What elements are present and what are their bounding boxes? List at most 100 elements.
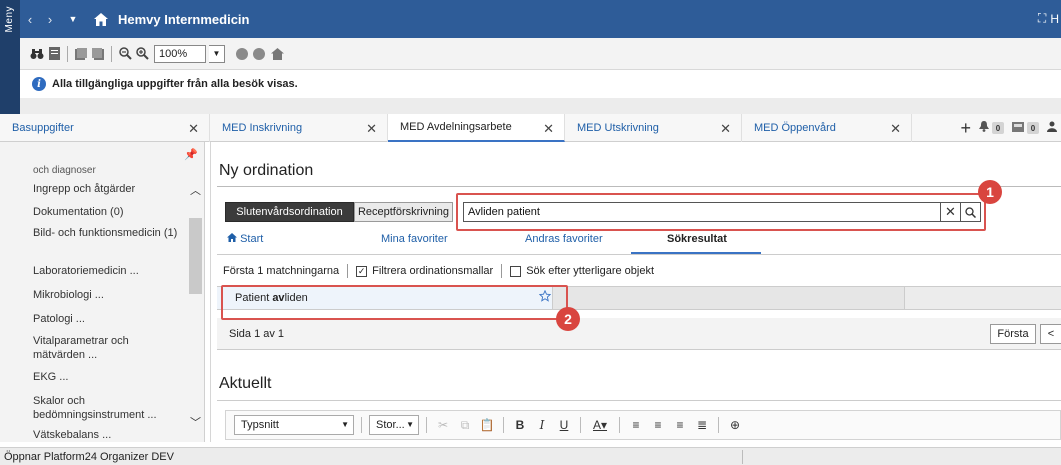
underline-icon[interactable]: U <box>555 416 573 434</box>
sidebar-item-mikrobiologi[interactable]: Mikrobiologi ... <box>33 288 183 302</box>
expand-icon[interactable]: ⛶ <box>1038 11 1046 26</box>
sidebar-item-skalor[interactable]: Skalor och bedömningsinstrument ... <box>33 394 189 422</box>
notification-count-badge: 0 <box>992 122 1004 134</box>
chevron-down-icon: ▼ <box>406 420 414 429</box>
sidebar-item-patologi[interactable]: Patologi ... <box>33 312 183 326</box>
forward-arrow-icon[interactable]: › <box>40 12 60 27</box>
house-icon[interactable] <box>270 47 284 61</box>
align-right-icon[interactable]: ≡ <box>671 416 689 434</box>
paste-icon[interactable]: 📋 <box>478 416 496 434</box>
chevron-down-icon: ▼ <box>341 420 349 429</box>
tab-label: MED Utskrivning <box>577 121 659 134</box>
callout-number-1: 1 <box>978 180 1002 204</box>
editor-toolbar: Typsnitt ▼ Stor... ▼ ✂ ⧉ 📋 B I U A▾ ≡ ≡ ≡ … <box>225 410 1061 440</box>
tab-med-avdelningsarbete[interactable]: MED Avdelningsarbete ✕ <box>388 113 565 142</box>
filter-templates-label: Filtrera ordinationsmallar <box>372 265 494 277</box>
titlebar-right-text: H <box>1050 11 1059 26</box>
circle-icon[interactable] <box>236 47 248 60</box>
status-bar: Öppnar Platform24 Organizer DEV <box>0 447 1061 465</box>
justify-icon[interactable]: ≣ <box>693 416 711 434</box>
chevron-down-icon[interactable]: ▼ <box>64 14 82 24</box>
sidebar-item-dokumentation[interactable]: Dokumentation (0) <box>33 205 183 219</box>
font-color-icon[interactable]: A▾ <box>588 416 612 434</box>
tab-med-oppenvard[interactable]: MED Öppenvård ✕ <box>742 113 912 142</box>
tab-med-utskrivning[interactable]: MED Utskrivning ✕ <box>565 113 742 142</box>
binoculars-icon[interactable] <box>30 47 44 61</box>
copy-icon[interactable]: ⧉ <box>456 416 474 434</box>
close-icon[interactable]: ✕ <box>890 121 901 137</box>
tab-basuppgifter[interactable]: Basuppgifter ✕ <box>0 113 210 142</box>
receptforskrivning-button[interactable]: Receptförskrivning <box>354 202 453 222</box>
sidebar-item-diagnoser[interactable]: och diagnoser <box>33 164 183 178</box>
search-more-checkbox[interactable] <box>510 265 522 277</box>
slutenvardsordination-button[interactable]: Slutenvårdsordination <box>225 202 354 222</box>
circle-icon[interactable] <box>253 47 265 60</box>
callout-number-2: 2 <box>556 307 580 331</box>
pin-icon[interactable]: 📌 <box>184 148 198 161</box>
info-banner: i Alla tillgängliga uppgifter från alla … <box>20 70 1061 98</box>
back-arrow-icon[interactable]: ‹ <box>20 12 40 27</box>
search-more-label: Sök efter ytterligare objekt <box>526 265 655 277</box>
subtab-mina-favoriter[interactable]: Mina favoriter <box>381 233 448 245</box>
italic-icon[interactable]: I <box>533 416 551 434</box>
sidebar-item-vatskebalans[interactable]: Vätskebalans ... <box>33 428 183 442</box>
sidebar-item-ekg[interactable]: EKG ... <box>33 370 183 384</box>
inbox-icon[interactable] <box>1012 121 1024 135</box>
sidebar-item-ingrepp[interactable]: Ingrepp och åtgärder <box>33 182 183 196</box>
bell-icon[interactable] <box>979 121 989 135</box>
subtab-andras-favoriter[interactable]: Andras favoriter <box>525 233 603 245</box>
match-count: Första 1 matchningarna <box>223 265 340 277</box>
info-icon: i <box>32 77 46 91</box>
tab-label: MED Inskrivning <box>222 121 303 134</box>
sidebar: 📌 och diagnoser Ingrepp och åtgärder Dok… <box>0 142 205 442</box>
sidebar-item-laboratoriemedicin[interactable]: Laboratoriemedicin ... <box>33 264 183 278</box>
user-icon[interactable] <box>1047 121 1057 135</box>
pager: Sida 1 av 1 Första < <box>217 318 1061 350</box>
info-text: Alla tillgängliga uppgifter från alla be… <box>52 78 298 90</box>
close-icon[interactable]: ✕ <box>366 121 377 137</box>
add-tab-icon[interactable]: + <box>960 118 971 139</box>
zoom-dropdown-icon[interactable]: ▼ <box>209 44 225 63</box>
sidebar-item-vitalparametrar[interactable]: Vitalparametrar och mätvärden ... <box>33 334 173 362</box>
chevron-down-icon[interactable]: ﹀ <box>190 414 201 430</box>
zoom-select[interactable]: 100% <box>154 44 206 63</box>
page-back-icon[interactable] <box>74 47 88 61</box>
font-select[interactable]: Typsnitt ▼ <box>234 415 354 435</box>
tab-label: MED Öppenvård <box>754 121 836 134</box>
previous-page-button[interactable]: < <box>1040 324 1061 344</box>
tab-label: MED Avdelningsarbete <box>400 120 512 133</box>
subtab-sokresultat[interactable]: Sökresultat <box>667 233 727 245</box>
filter-templates-checkbox[interactable]: ✓ <box>356 265 368 277</box>
align-center-icon[interactable]: ≡ <box>649 416 667 434</box>
special-format-icon[interactable]: ⊕ <box>726 416 744 434</box>
first-page-button[interactable]: Första <box>990 324 1036 344</box>
sidebar-scrollbar[interactable] <box>189 218 202 294</box>
close-icon[interactable]: ✕ <box>543 121 554 137</box>
page-forward-icon[interactable] <box>91 47 105 61</box>
font-size-select[interactable]: Stor... ▼ <box>369 415 419 435</box>
filter-row: Första 1 matchningarna ✓ Filtrera ordina… <box>217 260 1061 282</box>
zoom-in-icon[interactable] <box>135 47 149 61</box>
document-icon[interactable] <box>47 47 61 61</box>
sidebar-item-bild-funktionsmedicin[interactable]: Bild- och funktionsmedicin (1) <box>33 226 181 240</box>
close-icon[interactable]: ✕ <box>188 121 199 137</box>
inbox-count-badge: 0 <box>1027 122 1039 134</box>
page-title: Ny ordination <box>219 162 314 179</box>
main-toolbar: 100% ▼ <box>20 38 1061 70</box>
cut-icon[interactable]: ✂ <box>434 416 452 434</box>
title-bar: ‹ › ▼ Hemvy Internmedicin ⛶ H <box>20 0 1061 38</box>
home-icon[interactable] <box>90 12 112 26</box>
tab-med-inskrivning[interactable]: MED Inskrivning ✕ <box>210 113 388 142</box>
section-title: Aktuellt <box>219 375 272 392</box>
status-text: Öppnar Platform24 Organizer DEV <box>4 450 174 463</box>
app-title: Hemvy Internmedicin <box>118 11 250 27</box>
bold-icon[interactable]: B <box>511 416 529 434</box>
close-icon[interactable]: ✕ <box>720 121 731 137</box>
align-left-icon[interactable]: ≡ <box>627 416 645 434</box>
zoom-out-icon[interactable] <box>118 47 132 61</box>
menu-label: Meny <box>4 6 15 33</box>
callout-box-result <box>221 285 568 320</box>
chevron-up-icon[interactable]: ︿ <box>190 182 201 198</box>
subtab-start[interactable]: Start <box>227 233 263 245</box>
menu-strip[interactable]: Meny <box>0 0 20 124</box>
